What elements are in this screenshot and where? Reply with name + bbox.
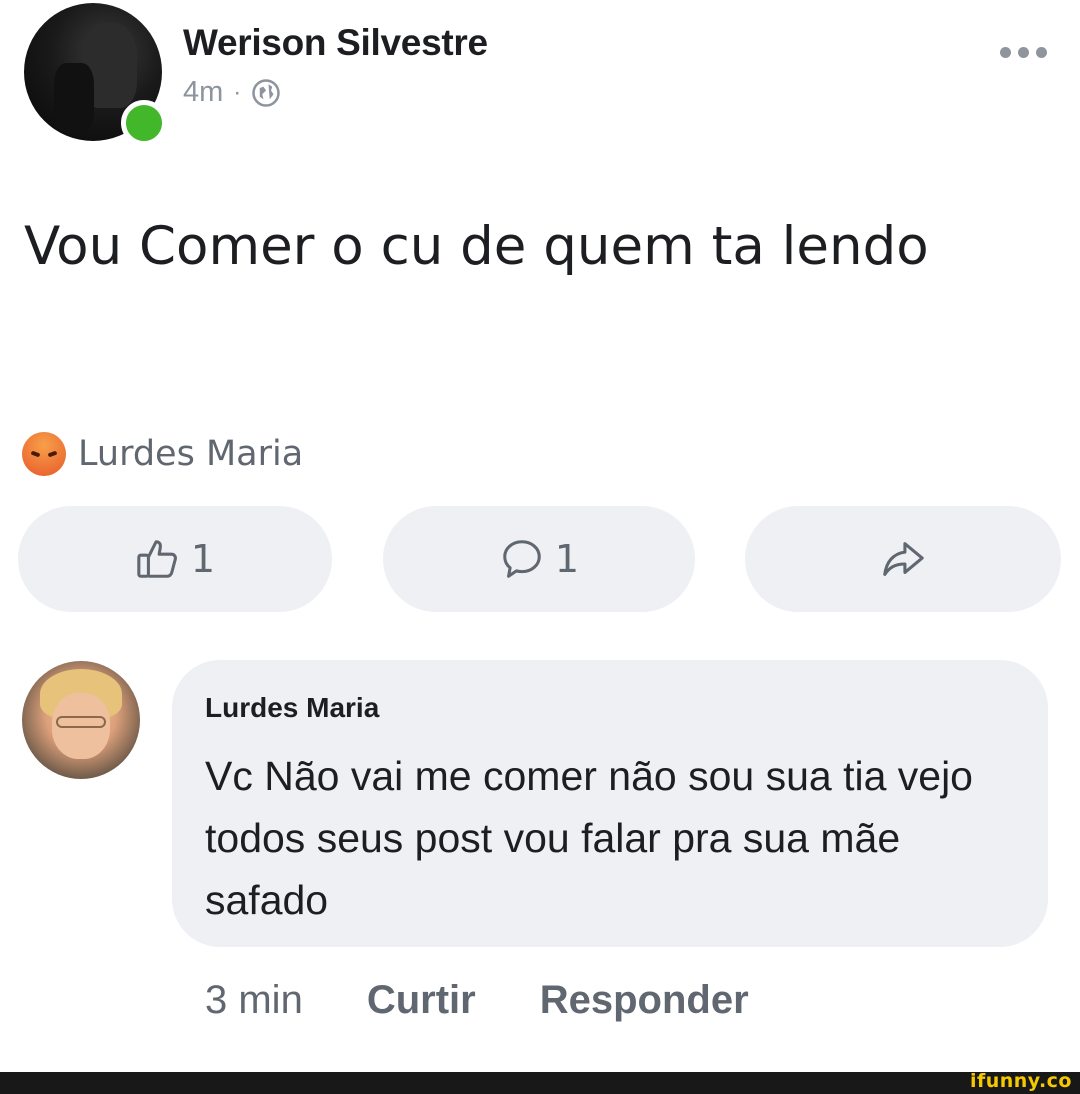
post-time[interactable]: 4m — [183, 76, 223, 109]
post-text: Vou Comer o cu de quem ta lendo — [24, 216, 929, 277]
online-status-dot — [121, 100, 167, 146]
post-author-name[interactable]: Werison Silvestre — [183, 22, 488, 64]
comment-like-button[interactable]: Curtir — [367, 978, 476, 1023]
comment-icon — [503, 540, 541, 578]
thumbs-up-icon — [137, 540, 177, 578]
ifunny-watermark: ifunny.co — [969, 1070, 1072, 1092]
angry-reaction-icon — [22, 432, 66, 476]
share-button[interactable] — [745, 506, 1061, 612]
comment-count: 1 — [554, 537, 580, 581]
footer-bar — [0, 1072, 1080, 1094]
meta-separator: · — [233, 78, 242, 106]
post-meta: 4m · — [183, 76, 281, 109]
commenter-avatar[interactable] — [22, 661, 140, 779]
comment-text: Vc Não vai me comer não sou sua tia vejo… — [205, 753, 973, 923]
reactions-summary[interactable]: Lurdes Maria — [22, 432, 303, 476]
share-icon — [883, 542, 924, 576]
comment-author-name[interactable]: Lurdes Maria — [205, 692, 379, 724]
globe-icon — [252, 78, 281, 107]
comment-reply-button[interactable]: Responder — [540, 978, 749, 1023]
more-options-icon[interactable] — [1000, 32, 1060, 72]
comment-actions: 3 min Curtir Responder — [205, 978, 749, 1023]
comment-time[interactable]: 3 min — [205, 978, 303, 1023]
like-button[interactable]: 1 — [18, 506, 332, 612]
like-count: 1 — [190, 537, 216, 581]
comment-button[interactable]: 1 — [383, 506, 695, 612]
reaction-user-name: Lurdes Maria — [78, 434, 304, 474]
